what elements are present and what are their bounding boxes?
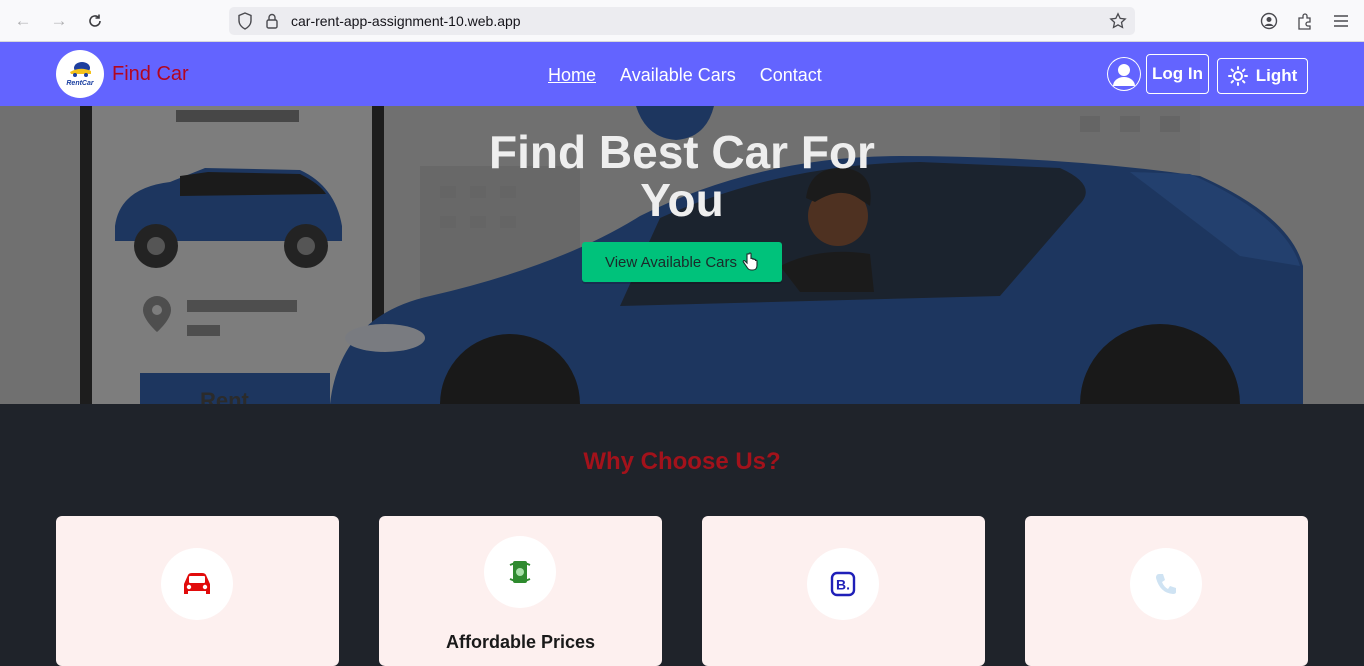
feature-card	[1025, 516, 1308, 666]
nav-link-contact[interactable]: Contact	[760, 65, 822, 86]
account-icon[interactable]	[1258, 10, 1280, 32]
feature-card: B.	[702, 516, 985, 666]
extensions-icon[interactable]	[1294, 10, 1316, 32]
view-available-cars-label: View Available Cars	[604, 253, 738, 271]
browser-toolbar: ← → car-rent-app-assignment-10.web.app	[0, 0, 1364, 42]
login-label: Log In	[1152, 64, 1203, 83]
view-available-cars-button[interactable]: View Available Cars	[582, 242, 782, 282]
hero-title: Find Best Car For You	[489, 126, 875, 226]
phone-icon	[1130, 548, 1202, 620]
bookmark-star-icon[interactable]	[1109, 12, 1127, 35]
svg-text:B.: B.	[836, 577, 850, 593]
shield-icon[interactable]	[237, 12, 253, 35]
back-arrow-icon[interactable]: ←	[12, 10, 34, 32]
feature-card	[56, 516, 339, 666]
logo-text: RentCar	[66, 80, 94, 87]
address-bar[interactable]: car-rent-app-assignment-10.web.app	[229, 7, 1135, 35]
site-navbar: RentCar Find Car Home Available Cars Con…	[0, 42, 1364, 106]
menu-icon[interactable]	[1330, 10, 1352, 32]
feature-card: Affordable Prices	[379, 516, 662, 666]
login-button[interactable]: Log In	[1146, 54, 1209, 94]
user-avatar-icon[interactable]	[1107, 57, 1141, 91]
lock-icon[interactable]	[265, 12, 279, 35]
brand-name[interactable]: Find Car	[112, 63, 189, 86]
hero-banner: Rent Find Best Car For You View Availabl…	[0, 106, 1364, 404]
why-choose-us-section: Why Choose Us? Affordable Prices B.	[0, 404, 1364, 666]
theme-toggle-button[interactable]: Light	[1217, 58, 1308, 94]
url-text[interactable]: car-rent-app-assignment-10.web.app	[291, 13, 521, 29]
hand-pointer-icon	[742, 252, 758, 271]
forward-arrow-icon[interactable]: →	[48, 10, 70, 32]
logo-car-icon	[70, 62, 91, 77]
site-logo[interactable]: RentCar	[56, 50, 104, 98]
feature-card-title: Affordable Prices	[445, 632, 596, 652]
theme-label: Light	[1255, 66, 1298, 85]
sun-icon	[1227, 66, 1248, 86]
car-icon	[161, 548, 233, 620]
money-icon	[484, 536, 556, 608]
rent-sign-text: Rent	[200, 388, 249, 404]
section-title: Why Choose Us?	[583, 448, 781, 475]
reload-icon[interactable]	[84, 10, 106, 32]
nav-link-home[interactable]: Home	[548, 65, 596, 86]
main-nav: Home Available Cars Contact	[548, 65, 822, 86]
booking-icon: B.	[807, 548, 879, 620]
nav-link-available-cars[interactable]: Available Cars	[620, 65, 736, 86]
